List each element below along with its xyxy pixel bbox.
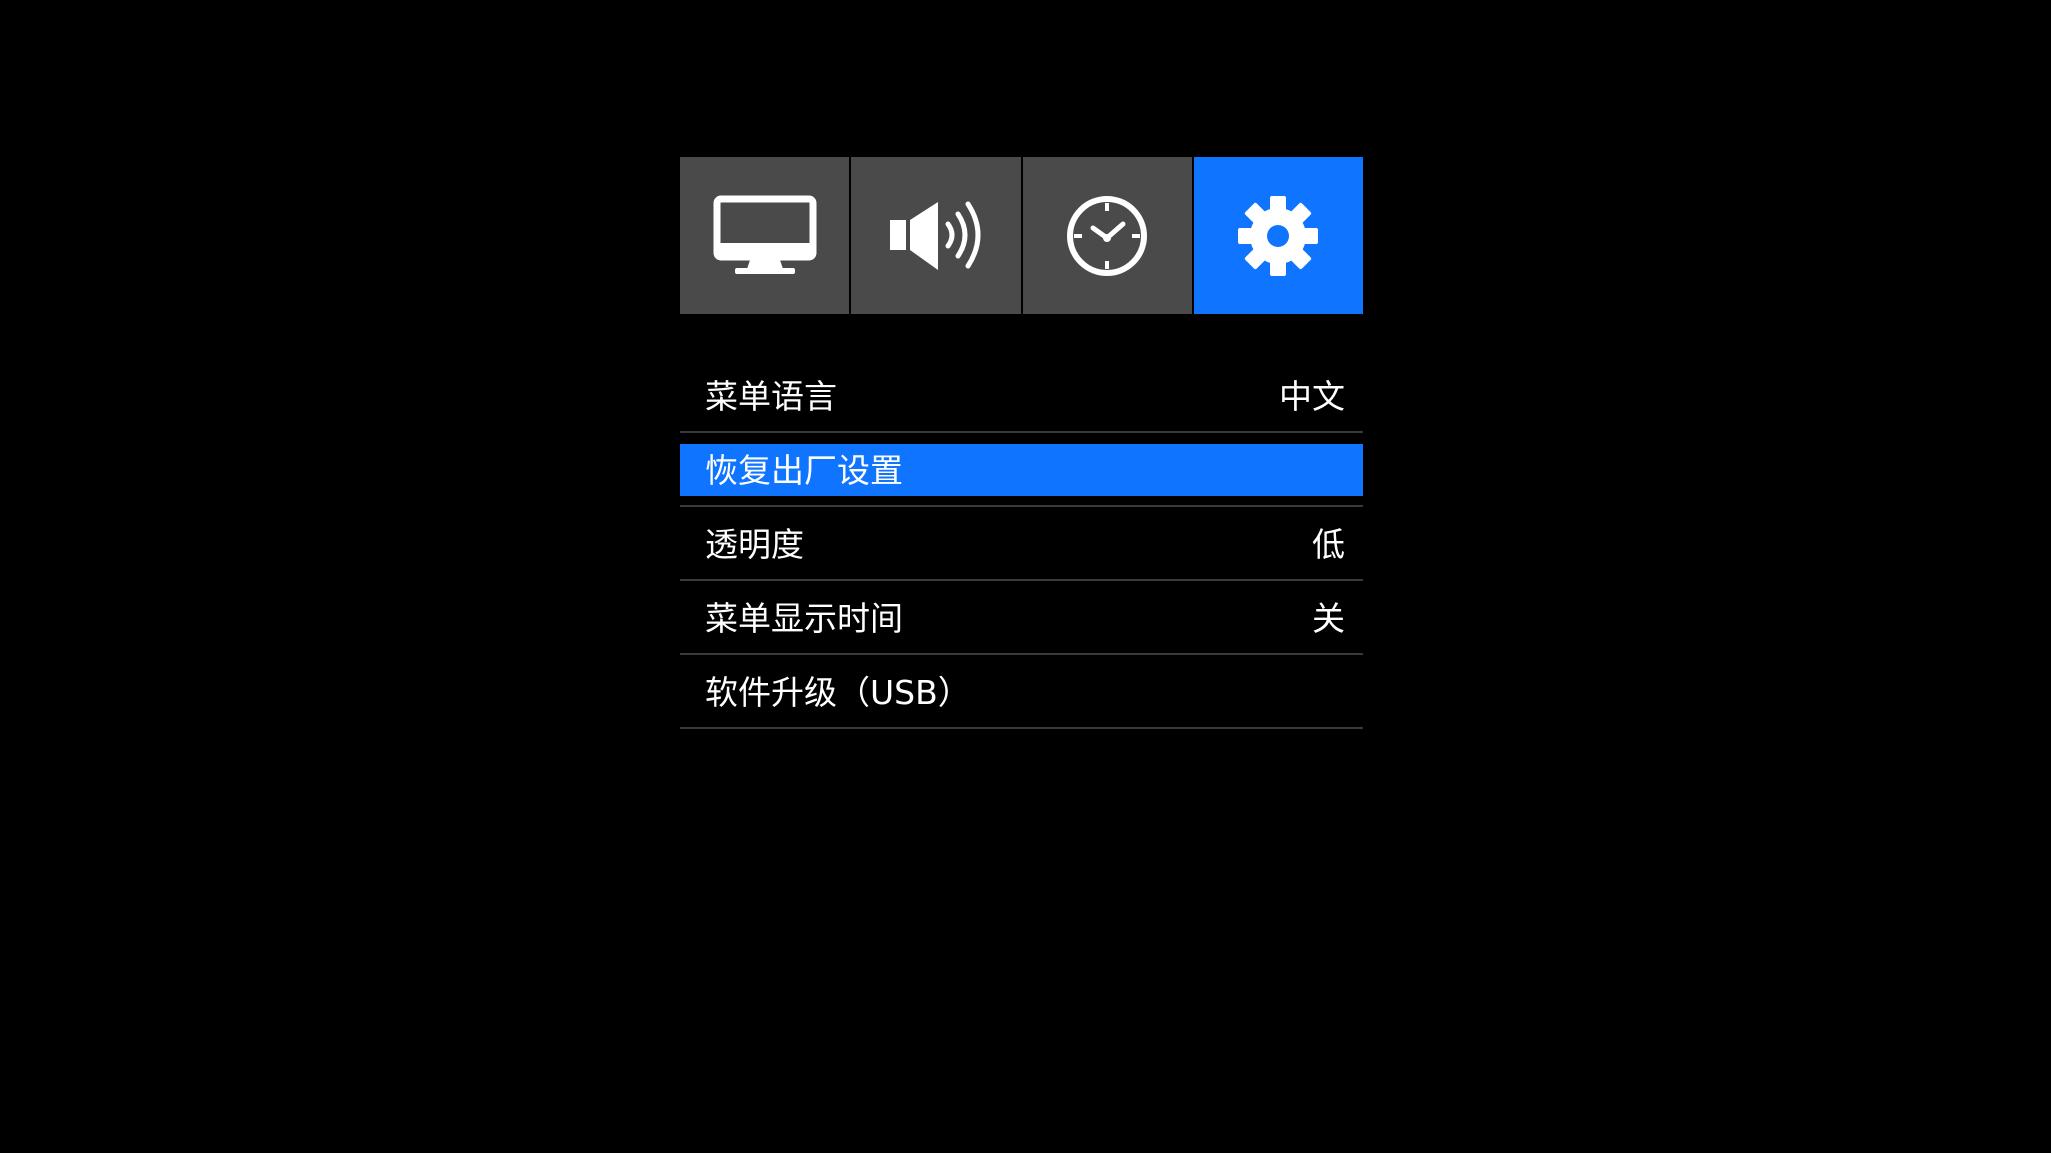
monitor-icon bbox=[713, 195, 817, 274]
menu-item-value: 中文 bbox=[1279, 377, 1345, 416]
menu-item-transparency[interactable]: 透明度 低 bbox=[680, 509, 1363, 581]
menu-item-label: 透明度 bbox=[705, 525, 804, 564]
menu-item-software-upgrade[interactable]: 软件升级（USB） bbox=[680, 657, 1363, 729]
gear-icon bbox=[1238, 195, 1319, 276]
tab-setup[interactable] bbox=[1193, 157, 1363, 314]
menu-item-value: 低 bbox=[1312, 525, 1345, 564]
tab-time[interactable] bbox=[1022, 157, 1192, 314]
settings-menu: 菜单语言 中文 恢复出厂设置 透明度 低 菜单显示时间 关 软件升级（USB） bbox=[680, 361, 1363, 729]
tab-sound[interactable] bbox=[851, 157, 1021, 314]
tab-picture[interactable] bbox=[680, 157, 850, 314]
menu-item-label: 菜单显示时间 bbox=[705, 599, 903, 638]
menu-item-value: 关 bbox=[1312, 599, 1345, 638]
menu-item-label: 软件升级（USB） bbox=[705, 673, 971, 712]
menu-item-menu-display-time[interactable]: 菜单显示时间 关 bbox=[680, 583, 1363, 655]
osd-menu: 菜单语言 中文 恢复出厂设置 透明度 低 菜单显示时间 关 软件升级（USB） bbox=[680, 157, 1363, 731]
menu-item-factory-reset[interactable]: 恢复出厂设置 bbox=[680, 435, 1363, 507]
clock-icon bbox=[1067, 195, 1148, 276]
menu-item-label: 恢复出厂设置 bbox=[705, 451, 903, 490]
category-tabs bbox=[680, 157, 1363, 314]
menu-item-label: 菜单语言 bbox=[705, 377, 837, 416]
menu-item-menu-language[interactable]: 菜单语言 中文 bbox=[680, 361, 1363, 433]
speaker-icon bbox=[889, 201, 981, 270]
